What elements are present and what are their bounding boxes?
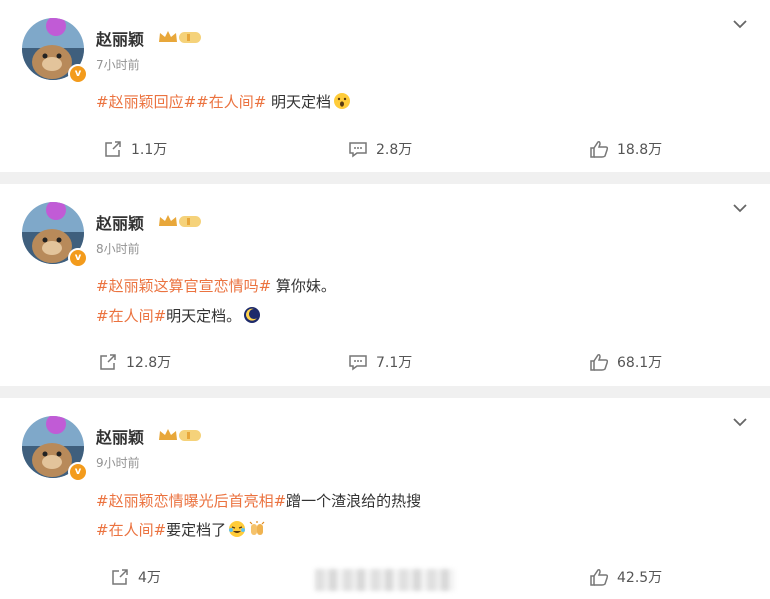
post-card: v 赵丽颖 7小时前 #赵丽颖回应##在人间# 明天定档 1.1万 2.8万 1… — [0, 0, 770, 172]
hashtag-link[interactable]: #在人间# — [96, 521, 166, 539]
avatar[interactable]: v — [22, 416, 88, 482]
post-text-line: #赵丽颖这算官宣恋情吗# 算你妹。 — [96, 275, 336, 296]
hashtag-link[interactable]: #在人间# — [96, 307, 166, 325]
like-count: 42.5万 — [617, 570, 663, 586]
post-time[interactable]: 8小时前 — [96, 240, 140, 257]
avatar[interactable]: v — [22, 202, 88, 268]
thumbs-up-icon — [590, 354, 609, 371]
weibo-feed: v 赵丽颖 7小时前 #赵丽颖回应##在人间# 明天定档 1.1万 2.8万 1… — [0, 0, 770, 599]
post-card: v 赵丽颖 9小时前 #赵丽颖恋情曝光后首亮相#蹭一个渣浪给的热搜 #在人间#要… — [0, 398, 770, 599]
share-icon — [105, 141, 121, 157]
post-time[interactable]: 9小时前 — [96, 454, 140, 471]
like-button[interactable]: 68.1万 — [589, 352, 662, 372]
thumbs-up-icon — [590, 141, 609, 158]
post-text-line: #赵丽颖恋情曝光后首亮相#蹭一个渣浪给的热搜 — [96, 490, 421, 511]
post-text: 明天定档 — [266, 93, 332, 111]
comment-count: 7.1万 — [376, 355, 413, 371]
post-text: 要定档了 — [166, 521, 227, 539]
comment-icon — [349, 142, 367, 158]
verified-badge-icon: v — [68, 462, 88, 482]
crown-icon — [159, 429, 201, 441]
share-count: 12.8万 — [126, 355, 172, 371]
like-count: 68.1万 — [617, 355, 663, 371]
post-text: 算你妹。 — [271, 277, 336, 295]
share-button[interactable]: 4万 — [110, 567, 161, 587]
hashtag-link[interactable]: #在人间# — [196, 93, 266, 111]
crown-icon — [159, 31, 201, 43]
crying-laughing-emoji — [229, 521, 246, 537]
surprised-face-emoji — [334, 93, 351, 109]
share-icon — [100, 354, 116, 370]
hashtag-link[interactable]: #赵丽颖恋情曝光后首亮相# — [96, 492, 286, 510]
chevron-down-icon[interactable] — [729, 200, 751, 216]
comment-icon — [349, 355, 367, 371]
post-time[interactable]: 7小时前 — [96, 56, 140, 73]
post-text: 明天定档。 — [166, 307, 242, 325]
thumbs-up-icon — [590, 569, 609, 586]
chevron-down-icon[interactable] — [729, 414, 751, 430]
post-text: 蹭一个渣浪给的热搜 — [286, 492, 422, 510]
share-count: 4万 — [138, 570, 161, 586]
avatar[interactable]: v — [22, 18, 88, 84]
username[interactable]: 赵丽颖 — [96, 424, 144, 448]
comment-count: 2.8万 — [376, 142, 413, 158]
share-button[interactable]: 12.8万 — [98, 352, 171, 372]
crown-icon — [159, 215, 201, 227]
moon-emoji — [244, 307, 261, 323]
post-text-line: #在人间#明天定档。 — [96, 305, 261, 326]
like-button[interactable]: 18.8万 — [589, 139, 662, 159]
hashtag-link[interactable]: #赵丽颖这算官宣恋情吗# — [96, 277, 271, 295]
blurred-watermark — [315, 569, 455, 591]
share-count: 1.1万 — [131, 142, 168, 158]
like-button[interactable]: 42.5万 — [589, 567, 662, 587]
hashtag-link[interactable]: #赵丽颖回应# — [96, 93, 196, 111]
verified-badge-icon: v — [68, 248, 88, 268]
post-text-line: #在人间#要定档了 — [96, 519, 266, 540]
share-icon — [112, 569, 128, 585]
comment-button[interactable]: 7.1万 — [348, 352, 412, 372]
clapping-emoji — [249, 521, 265, 535]
post-card: v 赵丽颖 8小时前 #赵丽颖这算官宣恋情吗# 算你妹。 #在人间#明天定档。 … — [0, 184, 770, 386]
username[interactable]: 赵丽颖 — [96, 26, 144, 50]
verified-badge-icon: v — [68, 64, 88, 84]
chevron-down-icon[interactable] — [729, 16, 751, 32]
share-button[interactable]: 1.1万 — [103, 139, 167, 159]
username[interactable]: 赵丽颖 — [96, 210, 144, 234]
comment-button[interactable]: 2.8万 — [348, 139, 412, 159]
post-text-line: #赵丽颖回应##在人间# 明天定档 — [96, 91, 351, 112]
like-count: 18.8万 — [617, 142, 663, 158]
